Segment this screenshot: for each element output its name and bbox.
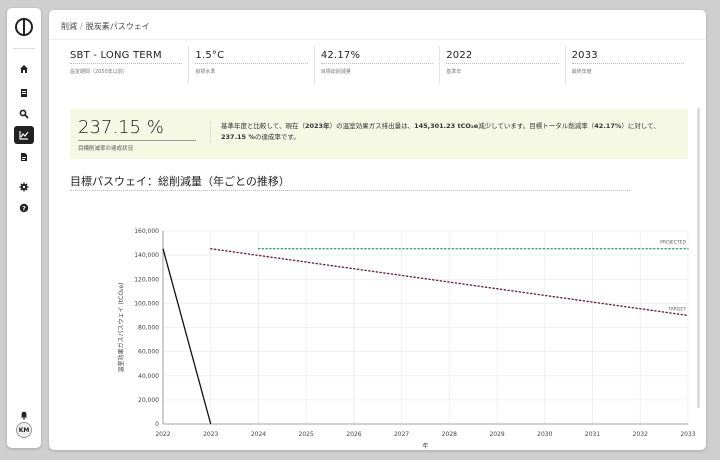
stat-total-reduction: 42.17% 目標総削減量 <box>313 46 439 84</box>
y-tick-label: 0 <box>155 421 159 428</box>
x-tick-label: 2028 <box>442 431 457 438</box>
y-tick-label: 100,000 <box>134 300 159 307</box>
stat-value: 42.17% <box>320 50 361 61</box>
nav-settings[interactable] <box>14 178 34 196</box>
stats-row: SBT - LONG TERM 設定期間（2050年以前） 1.5°C 目標水準… <box>70 46 690 84</box>
stat-target-type: SBT - LONG TERM 設定期間（2050年以前） <box>70 46 188 84</box>
summary-text-part: 基準年度と比較して、現在（ <box>221 122 305 130</box>
series-label: TARGET <box>667 306 686 312</box>
y-tick-label: 140,000 <box>134 252 159 259</box>
x-tick-label: 2032 <box>633 431 648 438</box>
stat-base-year: 2022 基準年 <box>439 46 564 84</box>
nav-search[interactable] <box>14 105 34 123</box>
divider <box>70 190 630 191</box>
x-tick-label: 2029 <box>489 431 504 438</box>
stat-target-level: 1.5°C 目標水準 <box>188 46 313 84</box>
summary-text-part: の達成率です。 <box>254 133 300 141</box>
x-tick-label: 2027 <box>394 431 409 438</box>
breadcrumb-separator: / <box>80 22 83 31</box>
y-tick-label: 20,000 <box>138 397 159 404</box>
x-tick-label: 2022 <box>155 431 170 438</box>
x-tick-label: 2024 <box>251 431 266 438</box>
search-icon <box>19 109 29 119</box>
y-tick-label: 80,000 <box>138 325 159 332</box>
y-tick-label: 160,000 <box>134 228 159 235</box>
x-tick-label: 2026 <box>346 431 361 438</box>
chart-ticks: 0 20,000 40,000 60,000 80,000 100,000 120,000 1… <box>134 228 696 438</box>
stat-value: 1.5°C <box>195 50 225 61</box>
nav-reports[interactable] <box>14 148 34 166</box>
divider <box>320 63 434 64</box>
stat-value: 2022 <box>446 50 473 61</box>
x-tick-label: 2025 <box>299 431 314 438</box>
sidebar: ? KM <box>7 8 41 448</box>
stat-label: 設定期間（2050年以前） <box>70 69 128 75</box>
summary-text-part: ）に対して、 <box>621 122 660 130</box>
series-label: PROJECTED <box>660 240 686 246</box>
breadcrumb-current: 脱炭素パスウェイ <box>85 22 150 31</box>
x-tick-label: 2031 <box>585 431 600 438</box>
main-panel: 削減 / 脱炭素パスウェイ SBT - LONG TERM 設定期間（2050年以前… <box>49 10 706 450</box>
divider <box>195 63 308 64</box>
nav-home[interactable] <box>14 60 34 78</box>
help-icon: ? <box>19 203 29 213</box>
divider <box>70 63 183 64</box>
nav-documents[interactable] <box>14 84 34 102</box>
bell-icon <box>21 411 27 420</box>
x-tick-label: 2033 <box>680 431 695 438</box>
chart-grid <box>162 230 689 425</box>
summary-text-part: ）の温室効果ガス排出量は、 <box>329 122 415 130</box>
summary-text: 基準年度と比較して、現在（2023年）の温室効果ガス排出量は、145,301.2… <box>210 121 680 143</box>
achievement-summary: 237.15 % 目標削減率の達成状況 基準年度と比較して、現在（2023年）の… <box>70 109 688 159</box>
x-tick-label: 2023 <box>203 431 218 438</box>
svg-text:?: ? <box>22 205 26 213</box>
summary-reduction: 145,301.23 tCO₂e <box>414 122 479 130</box>
settings-icon <box>19 182 29 192</box>
stat-value: 2033 <box>571 50 598 61</box>
stat-label: 最終年度 <box>571 69 592 75</box>
y-tick-label: 120,000 <box>134 276 159 283</box>
achievement-label: 目標削減率の達成状況 <box>78 140 196 152</box>
summary-achievement: 237.15 % <box>221 133 255 141</box>
stat-label: 目標総削減量 <box>320 69 351 75</box>
stat-value: SBT - LONG TERM <box>70 50 162 61</box>
x-axis-label: 年 <box>422 442 428 450</box>
stat-label: 基準年 <box>446 69 462 75</box>
stat-label: 目標水準 <box>195 69 216 75</box>
summary-target-rate: 42.17% <box>594 122 622 130</box>
chart-series: PROJECTED TARGET <box>162 240 689 425</box>
pathway-chart: PROJECTED TARGET 0 20,000 40,000 60,000 80,00… <box>117 228 696 450</box>
divider <box>571 63 685 64</box>
breadcrumb: 削減 / 脱炭素パスウェイ <box>49 10 706 40</box>
nav-reduction[interactable] <box>14 126 34 144</box>
series-line <box>162 248 212 425</box>
chart-icon <box>19 131 29 140</box>
y-axis-label: 温室効果ガスパスウェイ (tCO₂e) <box>117 283 125 373</box>
summary-text-part: 減少しています。目標トータル削減率（ <box>478 122 595 130</box>
divider <box>446 63 559 64</box>
nav-help[interactable]: ? <box>14 199 34 217</box>
x-tick-label: 2030 <box>537 431 552 438</box>
achievement-value: 237.15 % <box>78 117 164 138</box>
home-icon <box>20 65 28 73</box>
breadcrumb-parent[interactable]: 削減 <box>61 22 77 31</box>
chart-title: 目標パスウェイ：総削減量（年ごとの推移） <box>70 175 290 188</box>
y-tick-label: 60,000 <box>138 349 159 356</box>
report-icon <box>21 153 27 161</box>
sidebar-divider <box>13 48 35 49</box>
user-avatar[interactable]: KM <box>16 422 32 438</box>
document-icon <box>21 89 27 97</box>
app-logo[interactable] <box>15 18 33 36</box>
summary-year: 2023年 <box>304 122 330 130</box>
y-tick-label: 40,000 <box>138 373 159 380</box>
stat-final-year: 2033 最終年度 <box>564 46 690 84</box>
